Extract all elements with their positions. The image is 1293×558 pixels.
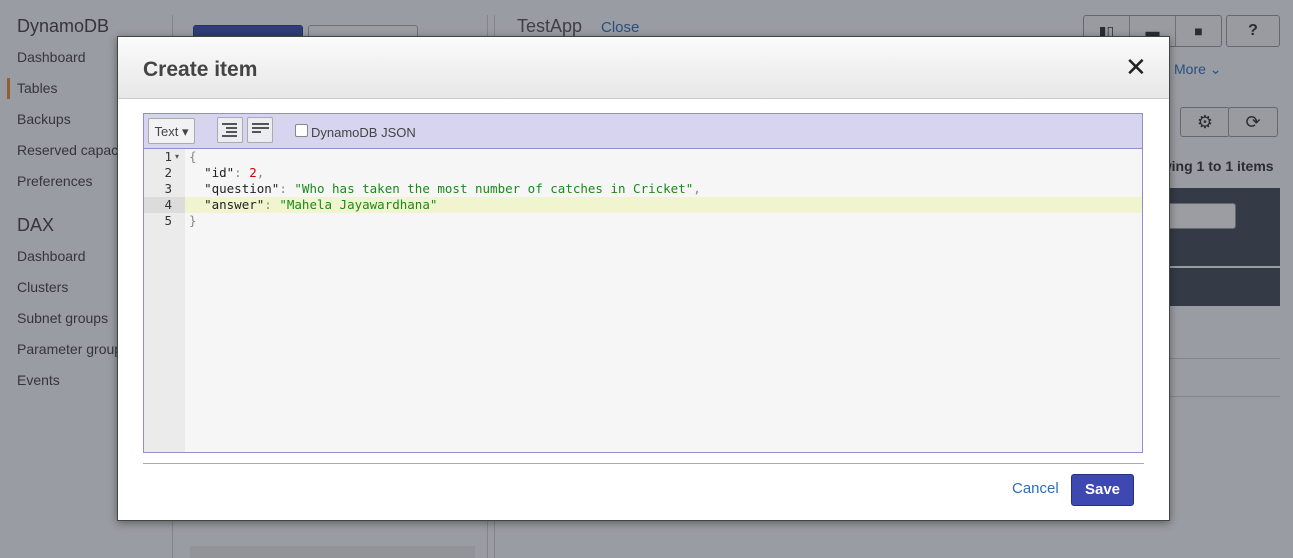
dynamodb-json-checkbox[interactable]	[295, 124, 308, 137]
code-line-5: }	[189, 213, 197, 229]
dialog-header: Create item ✕	[118, 37, 1169, 99]
code-question-value: "Who has taken the most number of catche…	[294, 181, 694, 196]
create-item-dialog: Create item ✕ Text ▾ DynamoDB JSON 1 ▾ 2…	[117, 36, 1170, 521]
line-number: 5	[164, 213, 172, 228]
save-button[interactable]: Save	[1071, 474, 1134, 506]
line-number: 1	[164, 149, 172, 164]
code-line-1: {	[189, 149, 197, 165]
dynamodb-json-label: DynamoDB JSON	[311, 125, 416, 140]
dialog-footer-divider	[143, 463, 1144, 464]
line-number: 4	[164, 197, 172, 212]
code-id-key: "id"	[204, 165, 235, 180]
code-id-value: 2	[249, 165, 257, 180]
editor-mode-dropdown[interactable]: Text ▾	[148, 118, 195, 144]
code-line-3: "question": "Who has taken the most numb…	[204, 181, 701, 196]
cancel-button[interactable]: Cancel	[1012, 480, 1059, 497]
compact-json-icon[interactable]	[247, 117, 273, 143]
code-question-key: "question"	[204, 181, 280, 196]
fold-caret-icon[interactable]: ▾	[175, 152, 179, 161]
line-number: 2	[164, 165, 172, 180]
dialog-title: Create item	[143, 58, 258, 81]
code-close-brace: }	[189, 213, 197, 228]
code-answer-value: "Mahela Jayawardhana"	[279, 197, 438, 212]
caret-down-icon: ▾	[181, 124, 189, 139]
line-number: 3	[164, 181, 172, 196]
code-answer-key: "answer"	[204, 197, 265, 212]
code-line-2: "id": 2,	[204, 165, 265, 180]
code-open-brace: {	[189, 149, 197, 164]
editor-mode-label: Text	[154, 124, 179, 139]
format-json-icon[interactable]	[217, 117, 243, 143]
close-icon[interactable]: ✕	[1125, 54, 1147, 80]
json-editor[interactable]: Text ▾ DynamoDB JSON 1 ▾ 2 3 4 5 { "id":…	[143, 113, 1143, 453]
code-line-4: "answer": "Mahela Jayawardhana"	[204, 197, 438, 212]
editor-toolbar: Text ▾ DynamoDB JSON	[144, 114, 1142, 149]
